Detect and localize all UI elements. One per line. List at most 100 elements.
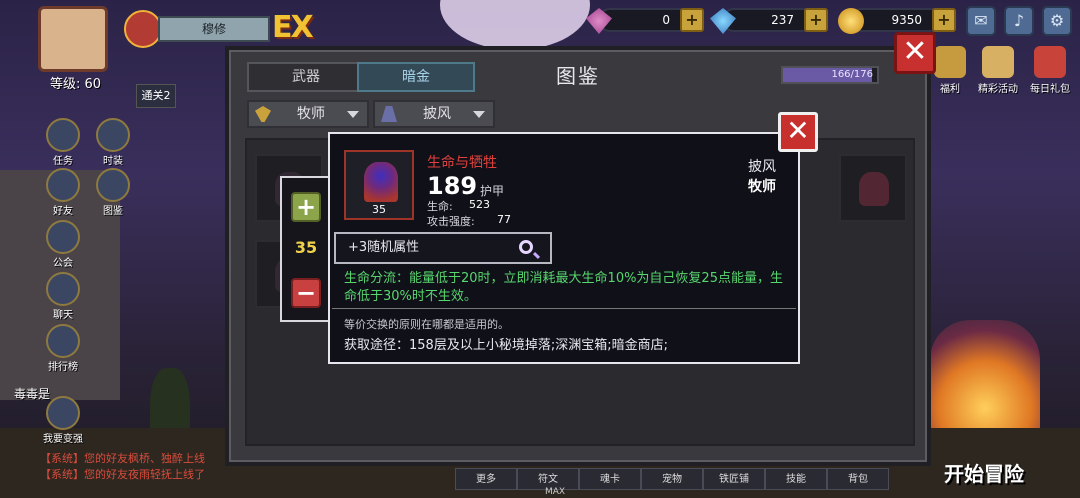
events-button[interactable]: 精彩活动 bbox=[976, 46, 1020, 95]
stat-label: 攻击强度: bbox=[427, 215, 475, 228]
stat-hp: 生命: 523 bbox=[427, 198, 490, 214]
item-type: 披风 bbox=[748, 159, 776, 175]
close-popup-button[interactable]: ✕ bbox=[778, 112, 818, 152]
quest-label: 任务 bbox=[53, 156, 73, 167]
chat-button[interactable]: 聊天 bbox=[42, 272, 84, 321]
chevron-down-icon bbox=[347, 111, 359, 118]
add-diamond-button[interactable]: + bbox=[804, 8, 828, 32]
item-silhouette bbox=[859, 172, 889, 206]
events-label: 精彩活动 bbox=[978, 84, 1018, 95]
pet-name: 毒毒是 bbox=[14, 387, 51, 401]
add-gold-button[interactable]: + bbox=[932, 8, 956, 32]
type-filter-dropdown[interactable]: 披风 bbox=[373, 100, 495, 128]
friends-label: 好友 bbox=[53, 206, 73, 217]
decrease-button[interactable]: − bbox=[291, 278, 321, 308]
chat-prefix: 【系统】 bbox=[40, 468, 84, 481]
add-pink-gem-button[interactable]: + bbox=[680, 8, 704, 32]
sound-icon[interactable]: ♪ bbox=[1004, 6, 1034, 36]
moon bbox=[440, 0, 590, 50]
armor-label: 护甲 bbox=[480, 184, 505, 198]
gold-value: 9350 bbox=[891, 13, 922, 27]
ex-badge[interactable]: EX bbox=[272, 10, 314, 45]
item-slot[interactable] bbox=[839, 154, 907, 222]
rank-badge-icon[interactable] bbox=[124, 10, 162, 48]
tab-backpack[interactable]: 背包 bbox=[827, 468, 889, 490]
item-name: 生命与牺牲 bbox=[427, 155, 497, 171]
chat-prefix: 【系统】 bbox=[40, 452, 84, 465]
chat-line[interactable]: 【系统】您的好友枫桥、独醉上线 bbox=[40, 450, 205, 466]
chat-text: 您的好友枫桥、独醉上线 bbox=[84, 452, 205, 465]
fashion-button[interactable]: 时装 bbox=[92, 118, 134, 167]
codex-small-label: 图鉴 bbox=[103, 206, 123, 217]
close-panel-button[interactable]: ✕ bbox=[894, 32, 936, 74]
player-level: 等级: 60 bbox=[50, 77, 102, 92]
priest-class-icon bbox=[255, 106, 271, 122]
guild-button[interactable]: 公会 bbox=[42, 220, 84, 269]
divider bbox=[332, 308, 796, 309]
item-flavor-text: 等价交换的原则在哪都是适用的。 bbox=[344, 318, 509, 331]
quest-icon bbox=[46, 118, 80, 152]
tab-weapons[interactable]: 武器 bbox=[247, 62, 365, 92]
daily-gift-label: 每日礼包 bbox=[1030, 84, 1070, 95]
chat-icon bbox=[46, 272, 80, 306]
chevron-down-icon bbox=[473, 111, 485, 118]
armor-value: 189 bbox=[427, 172, 478, 200]
tab-soul-cards[interactable]: 魂卡 bbox=[579, 468, 641, 490]
tab-blacksmith[interactable]: 铁匠铺 bbox=[703, 468, 765, 490]
fashion-label: 时装 bbox=[103, 156, 123, 167]
cloak-icon bbox=[364, 162, 398, 202]
pink-gem-counter: 0 + bbox=[586, 8, 704, 34]
mail-icon[interactable]: ✉ bbox=[966, 6, 996, 36]
bottom-nav: 更多 符文 魂卡 宠物 铁匠铺 技能 背包 bbox=[455, 468, 889, 490]
events-icon bbox=[982, 46, 1014, 78]
daily-gift-button[interactable]: 每日礼包 bbox=[1028, 46, 1072, 95]
start-adventure-button[interactable]: 开始冒险 bbox=[944, 458, 1024, 487]
tab-more[interactable]: 更多 bbox=[455, 468, 517, 490]
class-filter-label: 牧师 bbox=[297, 106, 325, 122]
magnifier-icon[interactable] bbox=[519, 240, 533, 254]
friends-button[interactable]: 好友 bbox=[42, 168, 84, 217]
chat-line[interactable]: 【系统】您的好友夜雨轻抚上线了 bbox=[40, 466, 205, 482]
guild-label: 公会 bbox=[53, 258, 73, 269]
item-detail-popup: 35 生命与牺牲 189 护甲 生命: 523 攻击强度: 77 披风 牧师 +… bbox=[328, 112, 818, 364]
quantity-value: 35 bbox=[294, 238, 318, 257]
fashion-icon bbox=[96, 118, 130, 152]
codex-small-button[interactable]: 图鉴 bbox=[92, 168, 134, 217]
max-label: MAX bbox=[545, 487, 566, 497]
gold-coin-icon bbox=[838, 8, 864, 34]
gift-icon bbox=[1034, 46, 1066, 78]
chat-text: 您的好友夜雨轻抚上线了 bbox=[84, 468, 205, 481]
item-icon-frame: 35 bbox=[344, 150, 414, 220]
collection-progress: 166/176 bbox=[781, 66, 879, 84]
tab-dark-gold[interactable]: 暗金 bbox=[357, 62, 475, 92]
random-attribute-box[interactable]: +3随机属性 bbox=[334, 232, 552, 264]
get-stronger-button[interactable]: 我要变强 bbox=[42, 396, 84, 445]
player-name: 穆修 bbox=[158, 16, 270, 42]
get-stronger-label: 我要变强 bbox=[43, 434, 83, 445]
welfare-icon bbox=[934, 46, 966, 78]
diamond-counter: 237 + bbox=[710, 8, 828, 34]
increase-button[interactable]: + bbox=[291, 192, 321, 222]
stat-label: 生命: bbox=[427, 200, 453, 213]
settings-gear-icon[interactable]: ⚙ bbox=[1042, 6, 1072, 36]
stat-value: 77 bbox=[497, 213, 511, 226]
item-effect: 生命分流：能量低于20时，立即消耗最大生命10%为自己恢复25点能量，生命低于3… bbox=[344, 271, 783, 304]
item-class: 牧师 bbox=[748, 179, 776, 195]
tab-pets[interactable]: 宠物 bbox=[641, 468, 703, 490]
tab-skills[interactable]: 技能 bbox=[765, 468, 827, 490]
quest-button[interactable]: 任务 bbox=[42, 118, 84, 167]
item-level: 35 bbox=[372, 203, 386, 216]
class-filter-dropdown[interactable]: 牧师 bbox=[247, 100, 369, 128]
leaderboard-button[interactable]: 排行榜 bbox=[42, 324, 84, 373]
cloak-type-icon bbox=[381, 106, 397, 122]
trophy-icon bbox=[46, 324, 80, 358]
friends-icon bbox=[46, 168, 80, 202]
get-stronger-icon bbox=[46, 396, 80, 430]
stat-value: 523 bbox=[469, 198, 490, 211]
item-source: 获取途径：158层及以上小秘境掉落;深渊宝箱;暗金商店; bbox=[344, 338, 668, 353]
welfare-label: 福利 bbox=[940, 84, 960, 95]
player-avatar[interactable] bbox=[38, 6, 108, 72]
chat-label: 聊天 bbox=[53, 310, 73, 321]
type-filter-label: 披风 bbox=[423, 106, 451, 122]
gold-counter: 9350 + bbox=[838, 8, 956, 34]
